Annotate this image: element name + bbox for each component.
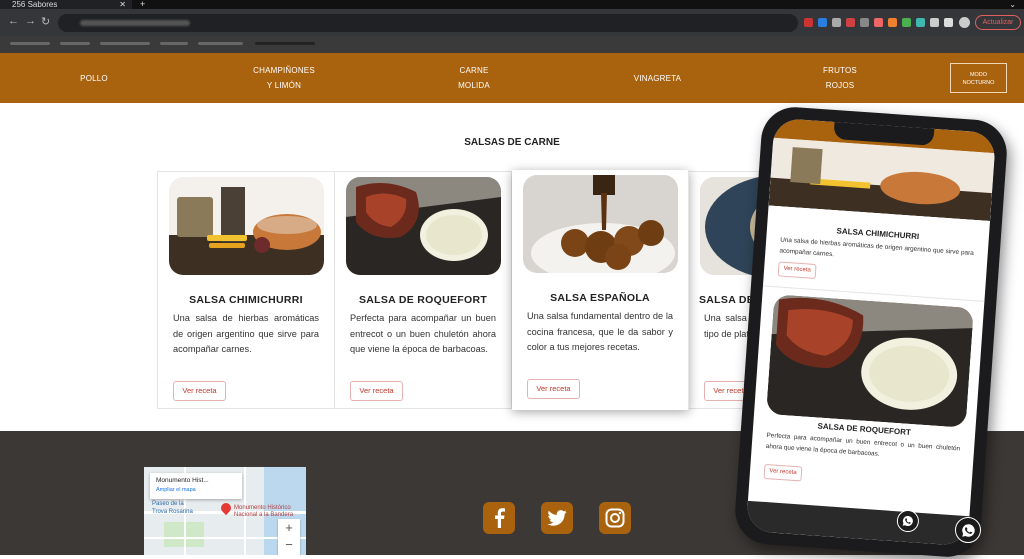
puzzle-icon[interactable] xyxy=(930,18,939,27)
extension-icon[interactable] xyxy=(860,18,869,27)
facebook-icon[interactable] xyxy=(483,502,515,534)
recipe-card: SALSA CHIMICHURRI Una salsa de hierbas a… xyxy=(158,172,335,408)
tab-search-icon[interactable]: ⌄ xyxy=(1009,0,1016,9)
extension-icon[interactable] xyxy=(902,18,911,27)
zoom-in-button[interactable]: + xyxy=(278,519,300,536)
url-input[interactable] xyxy=(58,14,798,32)
map-label: Trova Rosarina xyxy=(152,509,193,515)
twitter-icon[interactable] xyxy=(541,502,573,534)
bookmarks-strip xyxy=(0,36,1024,53)
nav-item-champinones[interactable]: CHAMPIÑONES Y LIMÓN xyxy=(239,53,329,103)
card-description: Una salsa de hierbas aromáticas de orige… xyxy=(173,313,319,354)
map-label: Paseo de la xyxy=(152,501,184,507)
nav-item-pollo[interactable]: POLLO xyxy=(60,53,128,103)
extension-icon[interactable] xyxy=(804,18,813,27)
bookmark-item[interactable] xyxy=(160,42,188,45)
nav-item-carne-molida[interactable]: CARNE MOLIDA xyxy=(440,53,508,103)
url-text-blurred xyxy=(80,19,190,26)
zoom-out-button[interactable]: − xyxy=(278,536,300,553)
extension-icon[interactable] xyxy=(916,18,925,27)
bookmark-item[interactable] xyxy=(198,42,243,45)
recipe-card: SALSA ESPAÑOLA Una salsa fundamental den… xyxy=(512,170,689,410)
extension-icon[interactable] xyxy=(874,18,883,27)
forward-icon[interactable]: → xyxy=(25,15,36,27)
bookmark-item[interactable] xyxy=(255,42,315,45)
extensions-bar xyxy=(804,18,953,27)
phone-roquefort-image xyxy=(766,294,974,428)
ver-receta-button[interactable]: Ver receta xyxy=(173,381,226,401)
card-title: SALSA DE ROQUEFORT xyxy=(358,294,488,306)
profile-avatar[interactable] xyxy=(959,17,970,28)
ver-receta-button[interactable]: Ver receta xyxy=(350,381,403,401)
map-infobox: Monumento Hist... Ampliar el mapa xyxy=(150,473,242,499)
phone-ver-receta-button[interactable]: Ver receta xyxy=(763,463,803,482)
close-tab-icon[interactable]: ✕ xyxy=(119,0,126,9)
card-title: SALSA CHIMICHURRI xyxy=(189,294,303,306)
browser-tab[interactable]: 256 Sabores ✕ xyxy=(0,0,132,9)
bookmark-item[interactable] xyxy=(10,42,50,45)
bookmark-item[interactable] xyxy=(100,42,150,45)
tab-title: 256 Sabores xyxy=(12,0,58,9)
map-place-name: Monumento Hist... xyxy=(156,477,209,484)
new-tab-button[interactable]: + xyxy=(140,0,145,9)
address-bar-area: ← → ↻ Actualizar xyxy=(0,9,1024,36)
card-description: Perfecta para acompañar un buen entrecot… xyxy=(350,313,496,354)
map-road xyxy=(244,467,246,555)
nav-item-frutos-rojos[interactable]: FRUTOS ROJOS xyxy=(806,53,874,103)
phone-screen: SALSA CHIMICHURRI Una salsa de hierbas a… xyxy=(745,117,997,547)
card-description: Una salsa fundamental dentro de la cocin… xyxy=(527,311,673,352)
extension-icon[interactable] xyxy=(846,18,855,27)
location-map[interactable]: Monumento Hist... Ampliar el mapa Paseo … xyxy=(144,467,306,555)
map-enlarge-link[interactable]: Ampliar el mapa xyxy=(156,487,236,493)
phone-chimichurri-image xyxy=(768,137,995,222)
update-button[interactable]: Actualizar xyxy=(975,15,1021,30)
map-label: Monumento Histórico xyxy=(234,505,291,511)
back-icon[interactable]: ← xyxy=(8,15,19,27)
ver-receta-button[interactable]: Ver receta xyxy=(527,379,580,399)
extension-icon[interactable] xyxy=(818,18,827,27)
recipe-card: SALSA DE ROQUEFORT Perfecta para acompañ… xyxy=(335,172,512,408)
roquefort-image xyxy=(346,177,501,275)
phone-ver-receta-button[interactable]: Ver receta xyxy=(777,261,817,280)
dark-mode-button[interactable]: MODO NOCTURNO xyxy=(950,63,1007,93)
chimichurri-image xyxy=(169,177,324,275)
card-title: SALSA ESPAÑOLA xyxy=(550,292,650,304)
extension-icon[interactable] xyxy=(832,18,841,27)
extension-icon[interactable] xyxy=(888,18,897,27)
espanola-image xyxy=(523,175,678,273)
nav-item-vinagreta[interactable]: VINAGRETA xyxy=(620,53,695,103)
whatsapp-icon[interactable] xyxy=(955,517,981,543)
phone-mockup: SALSA CHIMICHURRI Una salsa de hierbas a… xyxy=(733,104,1009,559)
map-label: Nacional a la Bandera xyxy=(234,512,294,518)
phone-bottom-image xyxy=(745,500,970,547)
browser-tab-strip: 256 Sabores ✕ + ⌄ xyxy=(0,0,1024,9)
instagram-icon[interactable] xyxy=(599,502,631,534)
bookmark-item[interactable] xyxy=(60,42,90,45)
sidepanel-icon[interactable] xyxy=(944,18,953,27)
map-zoom-controls: + − xyxy=(278,519,300,555)
site-navbar: POLLO CHAMPIÑONES Y LIMÓN CARNE MOLIDA VIN… xyxy=(0,53,1024,103)
reload-icon[interactable]: ↻ xyxy=(41,15,50,28)
